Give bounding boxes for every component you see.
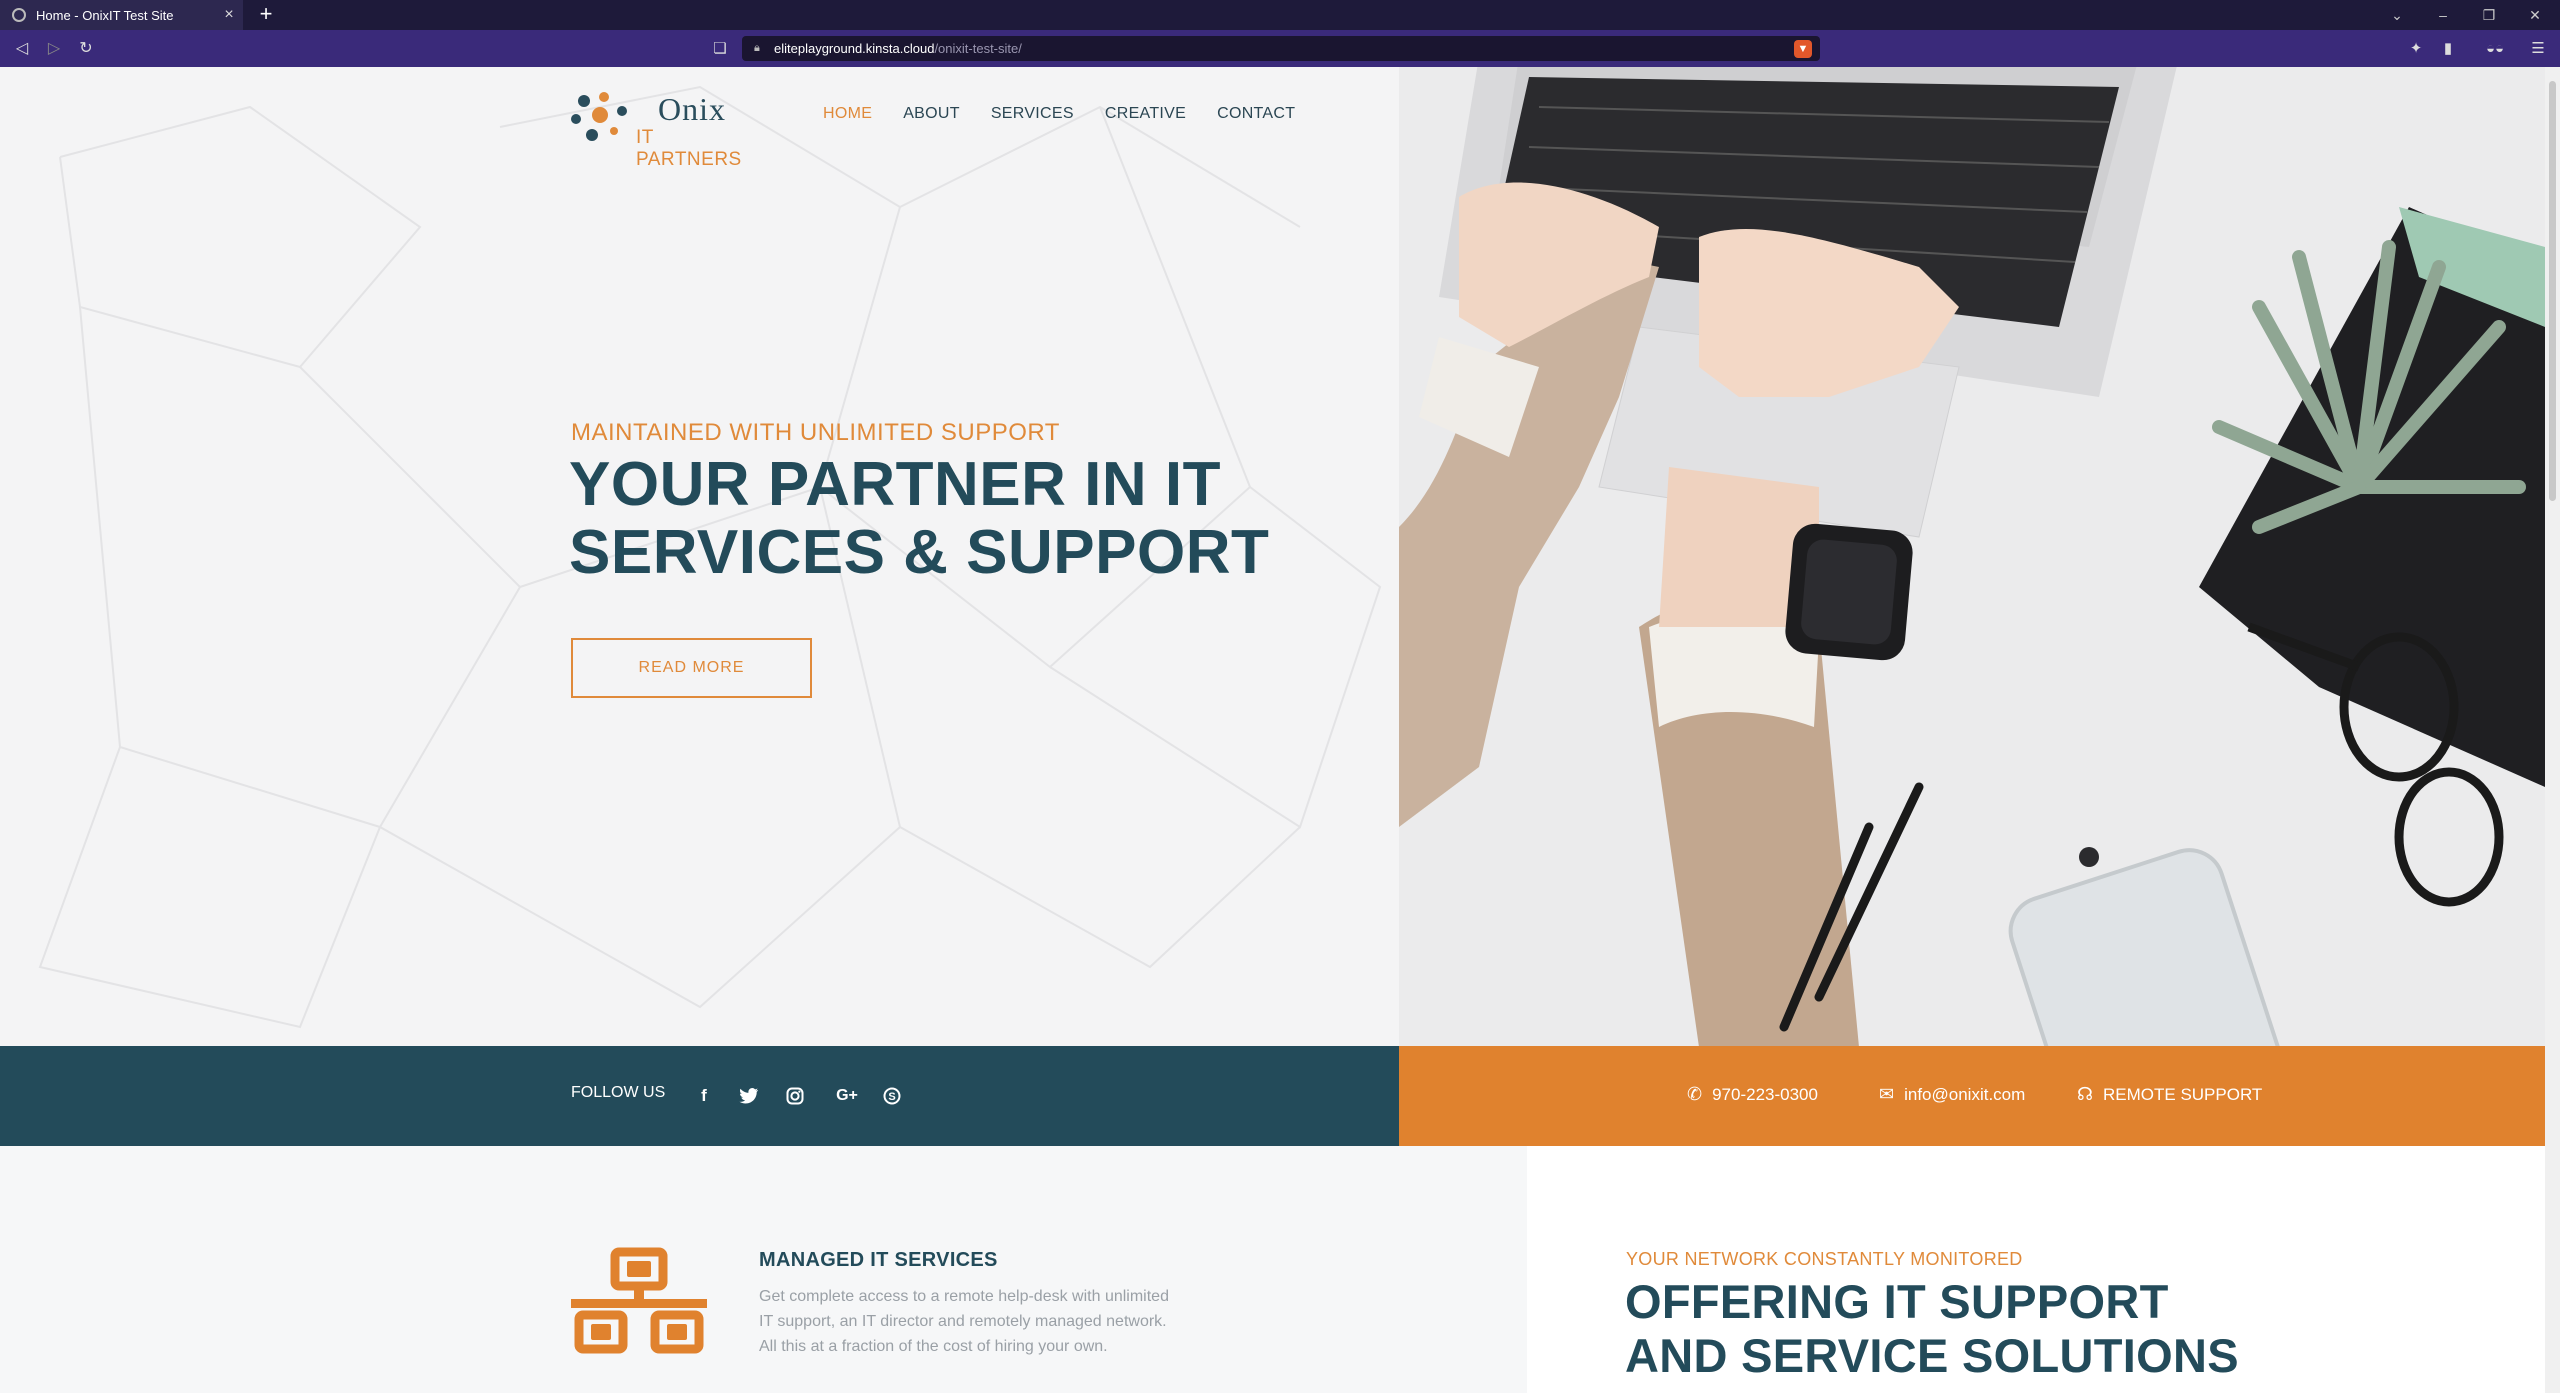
hero-headline-line1: YOUR PARTNER IN IT [569, 450, 1221, 519]
address-bar[interactable]: 🔒︎ eliteplayground.kinsta.cloud/onixit-t… [742, 36, 1820, 61]
service-title: MANAGED IT SERVICES [759, 1249, 998, 1271]
phone-number: 970-223-0300 [1712, 1084, 1818, 1104]
section2-headline-line2: AND SERVICE SOLUTIONS [1625, 1329, 2239, 1382]
nav-services[interactable]: SERVICES [991, 105, 1074, 123]
browser-tab[interactable]: Home - OnixIT Test Site × [0, 0, 243, 30]
nav-contact[interactable]: CONTACT [1217, 105, 1295, 123]
url-host: eliteplayground.kinsta.cloud [774, 41, 935, 56]
nav-about[interactable]: ABOUT [903, 105, 960, 123]
back-icon[interactable]: ◁ [10, 37, 34, 61]
logo-sub-partners: PARTNERS [636, 149, 742, 170]
new-tab-button[interactable]: + [254, 2, 278, 26]
phone-link[interactable]: ✆ 970-223-0300 [1687, 1084, 1818, 1105]
facebook-icon[interactable]: f [690, 1082, 718, 1110]
profile-icon[interactable]: ◒◒ [2478, 37, 2512, 61]
close-tab-icon[interactable]: × [215, 6, 243, 24]
logo-subtitle: IT PARTNERS [636, 127, 760, 171]
headset-icon: ☊ [2077, 1084, 2093, 1104]
web-page: Onix IT PARTNERS HOME ABOUT SERVICES CRE… [0, 67, 2545, 1393]
remote-support-link[interactable]: ☊ REMOTE SUPPORT [2077, 1084, 2262, 1105]
hero-headline-line2: SERVICES & SUPPORT [569, 518, 1270, 587]
logo-name: Onix [658, 91, 726, 127]
close-window-button[interactable]: ✕ [2512, 0, 2558, 30]
nav-creative[interactable]: CREATIVE [1105, 105, 1186, 123]
main-nav: HOME ABOUT SERVICES CREATIVE CONTACT [823, 105, 1295, 123]
nav-home[interactable]: HOME [823, 105, 872, 123]
browser-toolbar: ◁ ▷ ↻ ❏ 🔒︎ eliteplayground.kinsta.cloud/… [0, 30, 2560, 67]
service-desc-line1: Get complete access to a remote help-des… [759, 1288, 1169, 1305]
url-path: /onixit-test-site/ [934, 41, 1022, 56]
laptop-desk-illustration [1399, 67, 2545, 1046]
brave-shield-icon[interactable]: ▼ [1794, 40, 1812, 58]
network-hierarchy-icon [571, 1247, 707, 1354]
remote-support-label: REMOTE SUPPORT [2103, 1084, 2263, 1104]
phone-icon: ✆ [1687, 1084, 1703, 1104]
email-address: info@onixit.com [1904, 1084, 2026, 1104]
tab-title: Home - OnixIT Test Site [36, 7, 174, 23]
section2-headline: OFFERING IT SUPPORT AND SERVICE SOLUTION… [1625, 1275, 2239, 1383]
google-plus-icon[interactable]: G+ [830, 1082, 864, 1110]
envelope-icon: ✉ [1879, 1084, 1895, 1104]
extensions-icon[interactable]: ✦ [2404, 37, 2428, 61]
contact-bar: ✆ 970-223-0300 ✉ info@onixit.com ☊ REMOT… [1399, 1046, 2545, 1146]
hero-kicker: MAINTAINED WITH UNLIMITED SUPPORT [571, 419, 1060, 446]
scrollbar-thumb[interactable] [2549, 81, 2556, 501]
logo-mark-icon [571, 92, 627, 141]
section2-headline-line1: OFFERING IT SUPPORT [1625, 1275, 2169, 1328]
instagram-icon[interactable] [781, 1082, 809, 1110]
hero-headline: YOUR PARTNER IN IT SERVICES & SUPPORT [569, 451, 1269, 587]
sidebar-icon[interactable]: ▮ [2436, 37, 2460, 61]
twitter-icon[interactable] [735, 1082, 763, 1110]
browser-tab-bar: Home - OnixIT Test Site × + ⌄ – ❐ ✕ [0, 0, 2560, 30]
service-desc-line2: IT support, an IT director and remotely … [759, 1313, 1167, 1330]
globe-icon [12, 8, 26, 22]
lock-icon: 🔒︎ [754, 42, 760, 54]
restore-button[interactable]: ❐ [2466, 0, 2512, 30]
hero-left: Onix IT PARTNERS HOME ABOUT SERVICES CRE… [0, 67, 1399, 1046]
svg-text:S: S [888, 1091, 895, 1103]
section2-kicker: YOUR NETWORK CONSTANTLY MONITORED [1626, 1249, 2023, 1269]
follow-us-label: FOLLOW US [571, 1084, 666, 1101]
menu-icon[interactable]: ☰ [2526, 37, 2550, 61]
hero-photo [1399, 67, 2545, 1046]
minimize-button[interactable]: – [2420, 0, 2466, 30]
forward-icon[interactable]: ▷ [42, 37, 66, 61]
service-description: Get complete access to a remote help-des… [759, 1284, 1229, 1359]
skype-icon[interactable]: S [878, 1082, 906, 1110]
follow-bar: FOLLOW US f G+ S [0, 1046, 1399, 1146]
page-scrollbar[interactable] [2545, 67, 2560, 1393]
bookmark-icon[interactable]: ❏ [710, 37, 730, 61]
logo-sub-it: IT [636, 127, 654, 148]
read-more-button[interactable]: READ MORE [571, 638, 812, 698]
tab-search-icon[interactable]: ⌄ [2374, 0, 2420, 30]
service-desc-line3: All this at a fraction of the cost of hi… [759, 1338, 1108, 1355]
email-link[interactable]: ✉ info@onixit.com [1879, 1084, 2025, 1105]
site-logo[interactable]: Onix IT PARTNERS [570, 87, 760, 170]
reload-icon[interactable]: ↻ [74, 37, 98, 61]
